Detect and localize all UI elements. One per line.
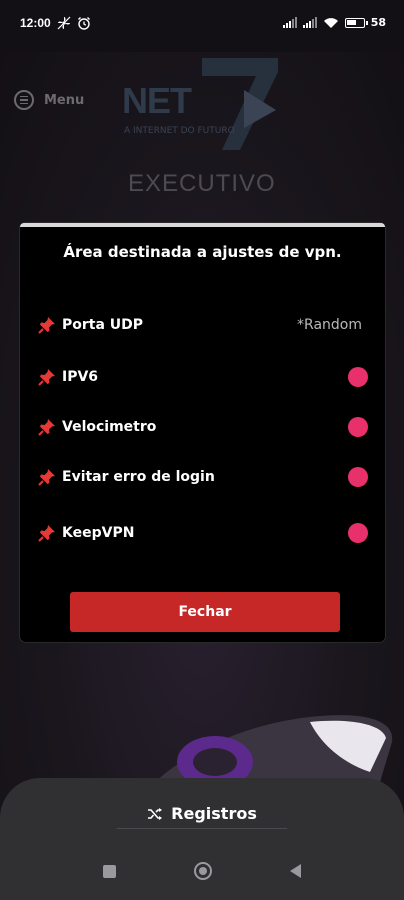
option-label: Velocimetro — [62, 419, 157, 435]
pin-icon — [38, 317, 55, 334]
pin-icon — [38, 525, 55, 542]
wifi-icon — [323, 17, 338, 28]
keepvpn-toggle[interactable] — [348, 523, 368, 543]
logo-executivo: EXECUTIVO — [128, 170, 276, 197]
pin-icon — [38, 469, 55, 486]
menu-button[interactable]: Menu — [14, 90, 84, 110]
divider — [117, 828, 287, 829]
option-keepvpn: KeepVPN — [38, 520, 368, 546]
udp-port-value[interactable]: *Random — [297, 317, 362, 333]
signal-icon — [302, 17, 317, 28]
home-button[interactable] — [194, 862, 212, 880]
option-label: Evitar erro de login — [62, 469, 215, 485]
signal-icon — [282, 17, 297, 28]
evitar-erro-login-toggle[interactable] — [348, 467, 368, 487]
pin-icon — [38, 419, 55, 436]
registros-button[interactable]: Registros — [0, 804, 404, 823]
recent-apps-button[interactable] — [103, 864, 116, 878]
battery-icon — [344, 17, 368, 28]
back-button[interactable] — [290, 864, 301, 878]
fan-icon — [57, 16, 71, 30]
option-label: Porta UDP — [62, 317, 144, 333]
status-time: 12:00 — [20, 16, 51, 30]
option-evitar-erro-login: Evitar erro de login — [38, 464, 368, 490]
app-logo: NET A INTERNET DO FUTURO EXECUTIVO — [120, 54, 290, 197]
logo-tagline: A INTERNET DO FUTURO — [124, 126, 235, 136]
option-label: KeepVPN — [62, 525, 135, 541]
alarm-icon — [77, 17, 90, 30]
logo-net-text: NET — [122, 80, 192, 121]
battery-percent: 58 — [370, 16, 386, 29]
status-bar: 12:00 58 — [0, 0, 404, 52]
ipv6-toggle[interactable] — [348, 367, 368, 387]
vpn-settings-dialog: Área destinada a ajustes de vpn. Porta U… — [20, 223, 385, 642]
logo-seven-icon — [202, 58, 278, 150]
registros-label: Registros — [171, 804, 257, 823]
close-button[interactable]: Fechar — [70, 592, 340, 632]
shuffle-icon — [148, 807, 163, 820]
option-ipv6: IPV6 — [38, 364, 368, 390]
velocimetro-toggle[interactable] — [348, 417, 368, 437]
option-porta-udp[interactable]: Porta UDP *Random — [38, 312, 368, 338]
pin-icon — [38, 369, 55, 386]
menu-label: Menu — [44, 92, 85, 108]
option-velocimetro: Velocimetro — [38, 414, 368, 440]
dialog-title: Área destinada a ajustes de vpn. — [63, 243, 342, 261]
system-nav-bar — [0, 862, 404, 880]
bottom-sheet: Registros — [0, 778, 404, 900]
menu-icon — [14, 90, 34, 110]
option-label: IPV6 — [62, 369, 99, 385]
